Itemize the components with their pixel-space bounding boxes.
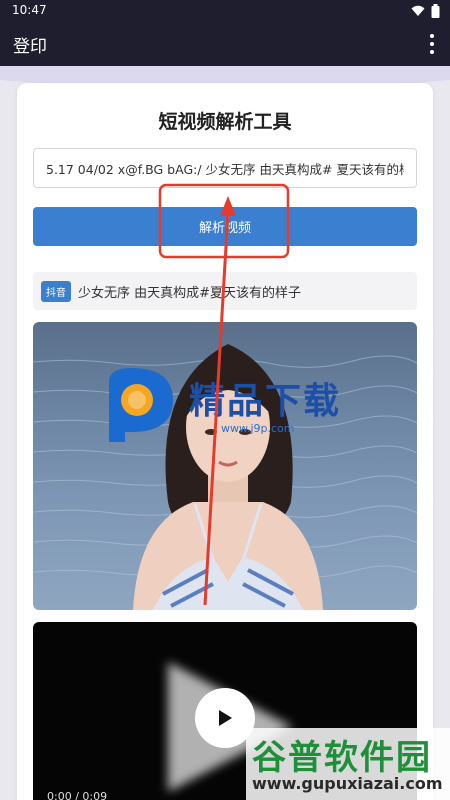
- status-time: 10:47: [12, 3, 47, 17]
- share-link-input[interactable]: [33, 148, 417, 188]
- result-title: 少女无序 由天真构成#夏天该有的样子: [78, 285, 302, 301]
- tool-card: 短视频解析工具 解析视频 抖音 少女无序 由天真构成#夏天该有的样子: [17, 83, 433, 800]
- video-cover-image[interactable]: 精品下载 www.j9p.com: [33, 322, 417, 610]
- p-logo-icon: [109, 368, 173, 442]
- more-menu-icon[interactable]: [428, 34, 436, 54]
- app-bar: 登印: [0, 22, 450, 66]
- parse-video-button[interactable]: 解析视频: [33, 207, 417, 246]
- play-icon: [219, 710, 232, 726]
- battery-icon: [431, 4, 440, 18]
- watermark-url: www.j9p.com: [221, 422, 295, 435]
- site-watermark-footer: 谷普软件园 www.gupuxiazai.com: [246, 728, 450, 800]
- watermark-brand: 精品下载: [189, 381, 342, 422]
- app-title: 登印: [13, 37, 47, 57]
- status-bar: 10:47: [0, 0, 450, 22]
- wifi-icon: [411, 5, 425, 16]
- site-watermark: 精品下载 www.j9p.com: [101, 364, 361, 444]
- tool-title: 短视频解析工具: [158, 111, 292, 133]
- system-icons: [411, 4, 440, 18]
- platform-badge: 抖音: [41, 280, 71, 302]
- footer-watermark-brand: 谷普软件园: [252, 738, 432, 778]
- result-title-row: 抖音 少女无序 由天真构成#夏天该有的样子: [33, 272, 417, 310]
- video-time: 0:00 / 0:09: [47, 790, 108, 800]
- footer-watermark-url: www.gupuxiazai.com: [252, 774, 443, 793]
